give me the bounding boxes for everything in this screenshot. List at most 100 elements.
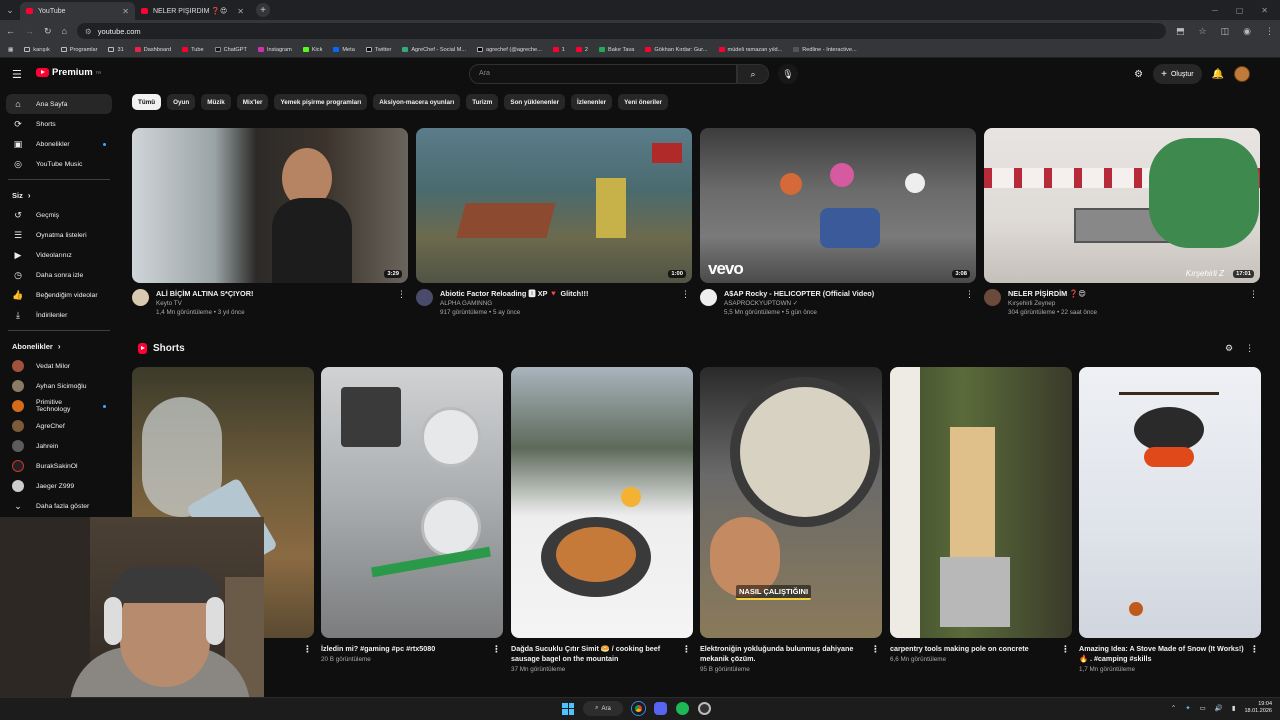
obs-icon[interactable] bbox=[698, 702, 711, 715]
short-title[interactable]: İzledin mi? #gaming #pc #rtx5080 bbox=[321, 644, 435, 653]
tray-chevron-icon[interactable]: ⌃ bbox=[1171, 704, 1176, 712]
video-title[interactable]: A$AP Rocky - HELICOPTER (Official Video) bbox=[724, 289, 874, 298]
sidebar-item-subscriptions[interactable]: ▣ Abonelikler bbox=[6, 134, 112, 154]
bookmark-item[interactable]: Gökhan Kırdar: Gur... bbox=[645, 47, 708, 53]
bookmark-item[interactable]: 31 bbox=[108, 47, 124, 53]
sidebar-item-watch-later[interactable]: ◷ Daha sonra izle bbox=[6, 265, 112, 285]
apps-grid-icon[interactable]: ▦ bbox=[8, 47, 13, 53]
network-icon[interactable]: ▭ bbox=[1200, 704, 1206, 712]
sidebar-item-downloads[interactable]: ⤓ İndirilenler bbox=[6, 305, 112, 325]
bookmark-item[interactable]: 1 bbox=[552, 47, 565, 53]
bookmark-item[interactable]: Redline - Interactive... bbox=[793, 47, 857, 53]
notifications-bell-icon[interactable]: 🔔 bbox=[1212, 69, 1224, 80]
site-info-icon[interactable]: ⚙ bbox=[85, 27, 92, 36]
volume-icon[interactable]: 🔊 bbox=[1215, 704, 1223, 712]
home-button-icon[interactable]: ⌂ bbox=[62, 26, 67, 36]
bookmark-star-icon[interactable]: ☆ bbox=[1199, 26, 1207, 37]
bookmark-item[interactable]: ChatGPT bbox=[214, 47, 247, 53]
taskbar-clock[interactable]: 19:04 18.01.2026 bbox=[1244, 701, 1272, 715]
chip-cooking[interactable]: Yemek pişirme programları bbox=[274, 94, 368, 110]
bluetooth-icon[interactable]: ✦ bbox=[1185, 704, 1190, 712]
taskbar-search[interactable]: ⌕ Ara bbox=[583, 701, 623, 716]
sidebar-sub-jahrein[interactable]: Jahrein bbox=[6, 436, 112, 456]
more-actions-icon[interactable]: ⋮ bbox=[1061, 644, 1070, 654]
more-actions-icon[interactable]: ⋮ bbox=[682, 644, 691, 654]
browser-tab-neler-pisirdim[interactable]: NELER PİŞİRDİM ❓😍 - YouTube ✕ bbox=[135, 2, 250, 20]
short-card[interactable]: Amazing Idea: A Stove Made of Snow (It W… bbox=[1079, 367, 1261, 673]
channel-avatar[interactable] bbox=[416, 289, 433, 306]
search-button[interactable]: ⌕ bbox=[737, 64, 769, 84]
video-title[interactable]: ALİ BİÇİM ALTINA S*ÇIYOR! bbox=[156, 289, 253, 298]
bookmark-item[interactable]: Kick bbox=[302, 47, 322, 53]
video-channel[interactable]: ALPHA GAMINNG bbox=[440, 300, 588, 307]
more-actions-icon[interactable]: ⋮ bbox=[965, 289, 974, 300]
more-actions-icon[interactable]: ⋮ bbox=[492, 644, 501, 654]
bookmark-item[interactable]: Twitter bbox=[365, 47, 391, 53]
tab-search-icon[interactable]: ⌄ bbox=[0, 0, 20, 20]
video-thumbnail[interactable]: vevo 3:08 bbox=[700, 128, 976, 283]
short-card[interactable]: carpentry tools making pole on concrete ⋮… bbox=[890, 367, 1072, 663]
sidebar-item-playlists[interactable]: ☰ Oynatma listeleri bbox=[6, 225, 112, 245]
short-card[interactable]: NASIL ÇALIŞTIĞINI Elektroniğin yokluğund… bbox=[700, 367, 882, 673]
chip-music[interactable]: Müzik bbox=[201, 94, 231, 110]
browser-tab-youtube[interactable]: YouTube ✕ bbox=[20, 2, 135, 20]
short-thumbnail[interactable] bbox=[1079, 367, 1261, 638]
bookmark-item[interactable]: 2 bbox=[575, 47, 588, 53]
video-channel[interactable]: Keyto TV bbox=[156, 300, 253, 307]
more-actions-icon[interactable]: ⋮ bbox=[397, 289, 406, 300]
forward-icon[interactable]: → bbox=[25, 26, 34, 36]
sidebar-item-home[interactable]: ⌂ Ana Sayfa bbox=[6, 94, 112, 114]
search-input[interactable]: Ara bbox=[469, 64, 737, 84]
chip-mixes[interactable]: Mix'ler bbox=[236, 94, 269, 110]
youtube-premium-logo[interactable]: Premium TR bbox=[36, 67, 101, 78]
windows-start-icon[interactable] bbox=[562, 702, 574, 715]
video-thumbnail[interactable]: 3:29 bbox=[132, 128, 408, 283]
back-icon[interactable]: ← bbox=[6, 26, 15, 36]
chip-watched[interactable]: İzlenenler bbox=[571, 94, 613, 110]
create-button[interactable]: + Oluştur bbox=[1153, 64, 1202, 84]
bookmark-item[interactable]: karışık bbox=[24, 47, 50, 53]
reload-icon[interactable]: ↻ bbox=[44, 26, 52, 37]
cast-icon[interactable]: ⚙ bbox=[1134, 69, 1143, 80]
discord-icon[interactable] bbox=[654, 702, 667, 715]
more-actions-icon[interactable]: ⋮ bbox=[1249, 289, 1258, 300]
video-card[interactable]: 1:00 Abiotic Factor Reloading 🆇 XP 🔻 Gli… bbox=[416, 128, 692, 316]
chip-gaming[interactable]: Oyun bbox=[167, 94, 196, 110]
sidebar-sub-agrechef[interactable]: AgreChef bbox=[6, 416, 112, 436]
chip-new-to-you[interactable]: Yeni öneriler bbox=[618, 94, 668, 110]
chip-all[interactable]: Tümü bbox=[132, 94, 162, 110]
more-actions-icon[interactable]: ⋮ bbox=[1245, 343, 1254, 354]
extensions-icon[interactable]: ◫ bbox=[1221, 26, 1230, 37]
sidebar-sub-ayhan-sicimoglu[interactable]: Ayhan Sicimoğlu bbox=[6, 376, 112, 396]
bookmark-item[interactable]: Instagram bbox=[257, 47, 292, 53]
short-card[interactable]: İzledin mi? #gaming #pc #rtx5080 ⋮ 20 B g… bbox=[321, 367, 503, 663]
short-thumbnail[interactable] bbox=[511, 367, 693, 638]
channel-avatar[interactable] bbox=[700, 289, 717, 306]
video-card[interactable]: Kırşehirli Z 17:01 NELER PİŞİRDİM ❓😍 Kır… bbox=[984, 128, 1260, 316]
chip-recently-uploaded[interactable]: Son yüklenenler bbox=[504, 94, 566, 110]
short-thumbnail[interactable] bbox=[321, 367, 503, 638]
short-thumbnail[interactable]: NASIL ÇALIŞTIĞINI bbox=[700, 367, 882, 638]
sidebar-sub-primitive-technology[interactable]: Primitive Technology bbox=[6, 396, 112, 416]
guide-menu-icon[interactable]: ☰ bbox=[12, 68, 22, 81]
video-card[interactable]: 3:29 ALİ BİÇİM ALTINA S*ÇIYOR! Keyto TV … bbox=[132, 128, 408, 316]
sidebar-sub-vedat-milor[interactable]: Vedat Milor bbox=[6, 356, 112, 376]
more-actions-icon[interactable]: ⋮ bbox=[871, 644, 880, 654]
bookmark-item[interactable]: müdeli ramazan yıld... bbox=[718, 47, 782, 53]
chip-tourism[interactable]: Turizm bbox=[466, 94, 499, 110]
profile-icon[interactable]: ◉ bbox=[1243, 26, 1251, 37]
browser-menu-icon[interactable]: ⋮ bbox=[1265, 26, 1274, 37]
short-title[interactable]: Elektroniğin yokluğunda bulunmuş dahiyan… bbox=[700, 644, 853, 663]
minimize-icon[interactable]: ─ bbox=[1212, 6, 1218, 15]
spotify-icon[interactable] bbox=[676, 702, 689, 715]
account-avatar[interactable] bbox=[1234, 66, 1250, 82]
sidebar-sub-jaeger-z999[interactable]: Jaeger Z999 bbox=[6, 476, 112, 496]
channel-avatar[interactable] bbox=[132, 289, 149, 306]
sidebar-item-shorts[interactable]: ⟳ Shorts bbox=[6, 114, 112, 134]
chip-action-adventure[interactable]: Aksiyon-macera oyunları bbox=[373, 94, 461, 110]
video-title[interactable]: NELER PİŞİRDİM ❓😍 bbox=[1008, 289, 1097, 298]
bookmark-item[interactable]: Meta bbox=[333, 47, 355, 53]
bookmark-item[interactable]: Tube bbox=[182, 47, 204, 53]
short-thumbnail[interactable] bbox=[890, 367, 1072, 638]
short-card[interactable]: Dağda Sucuklu Çıtır Simit 🥯 / cooking be… bbox=[511, 367, 693, 673]
